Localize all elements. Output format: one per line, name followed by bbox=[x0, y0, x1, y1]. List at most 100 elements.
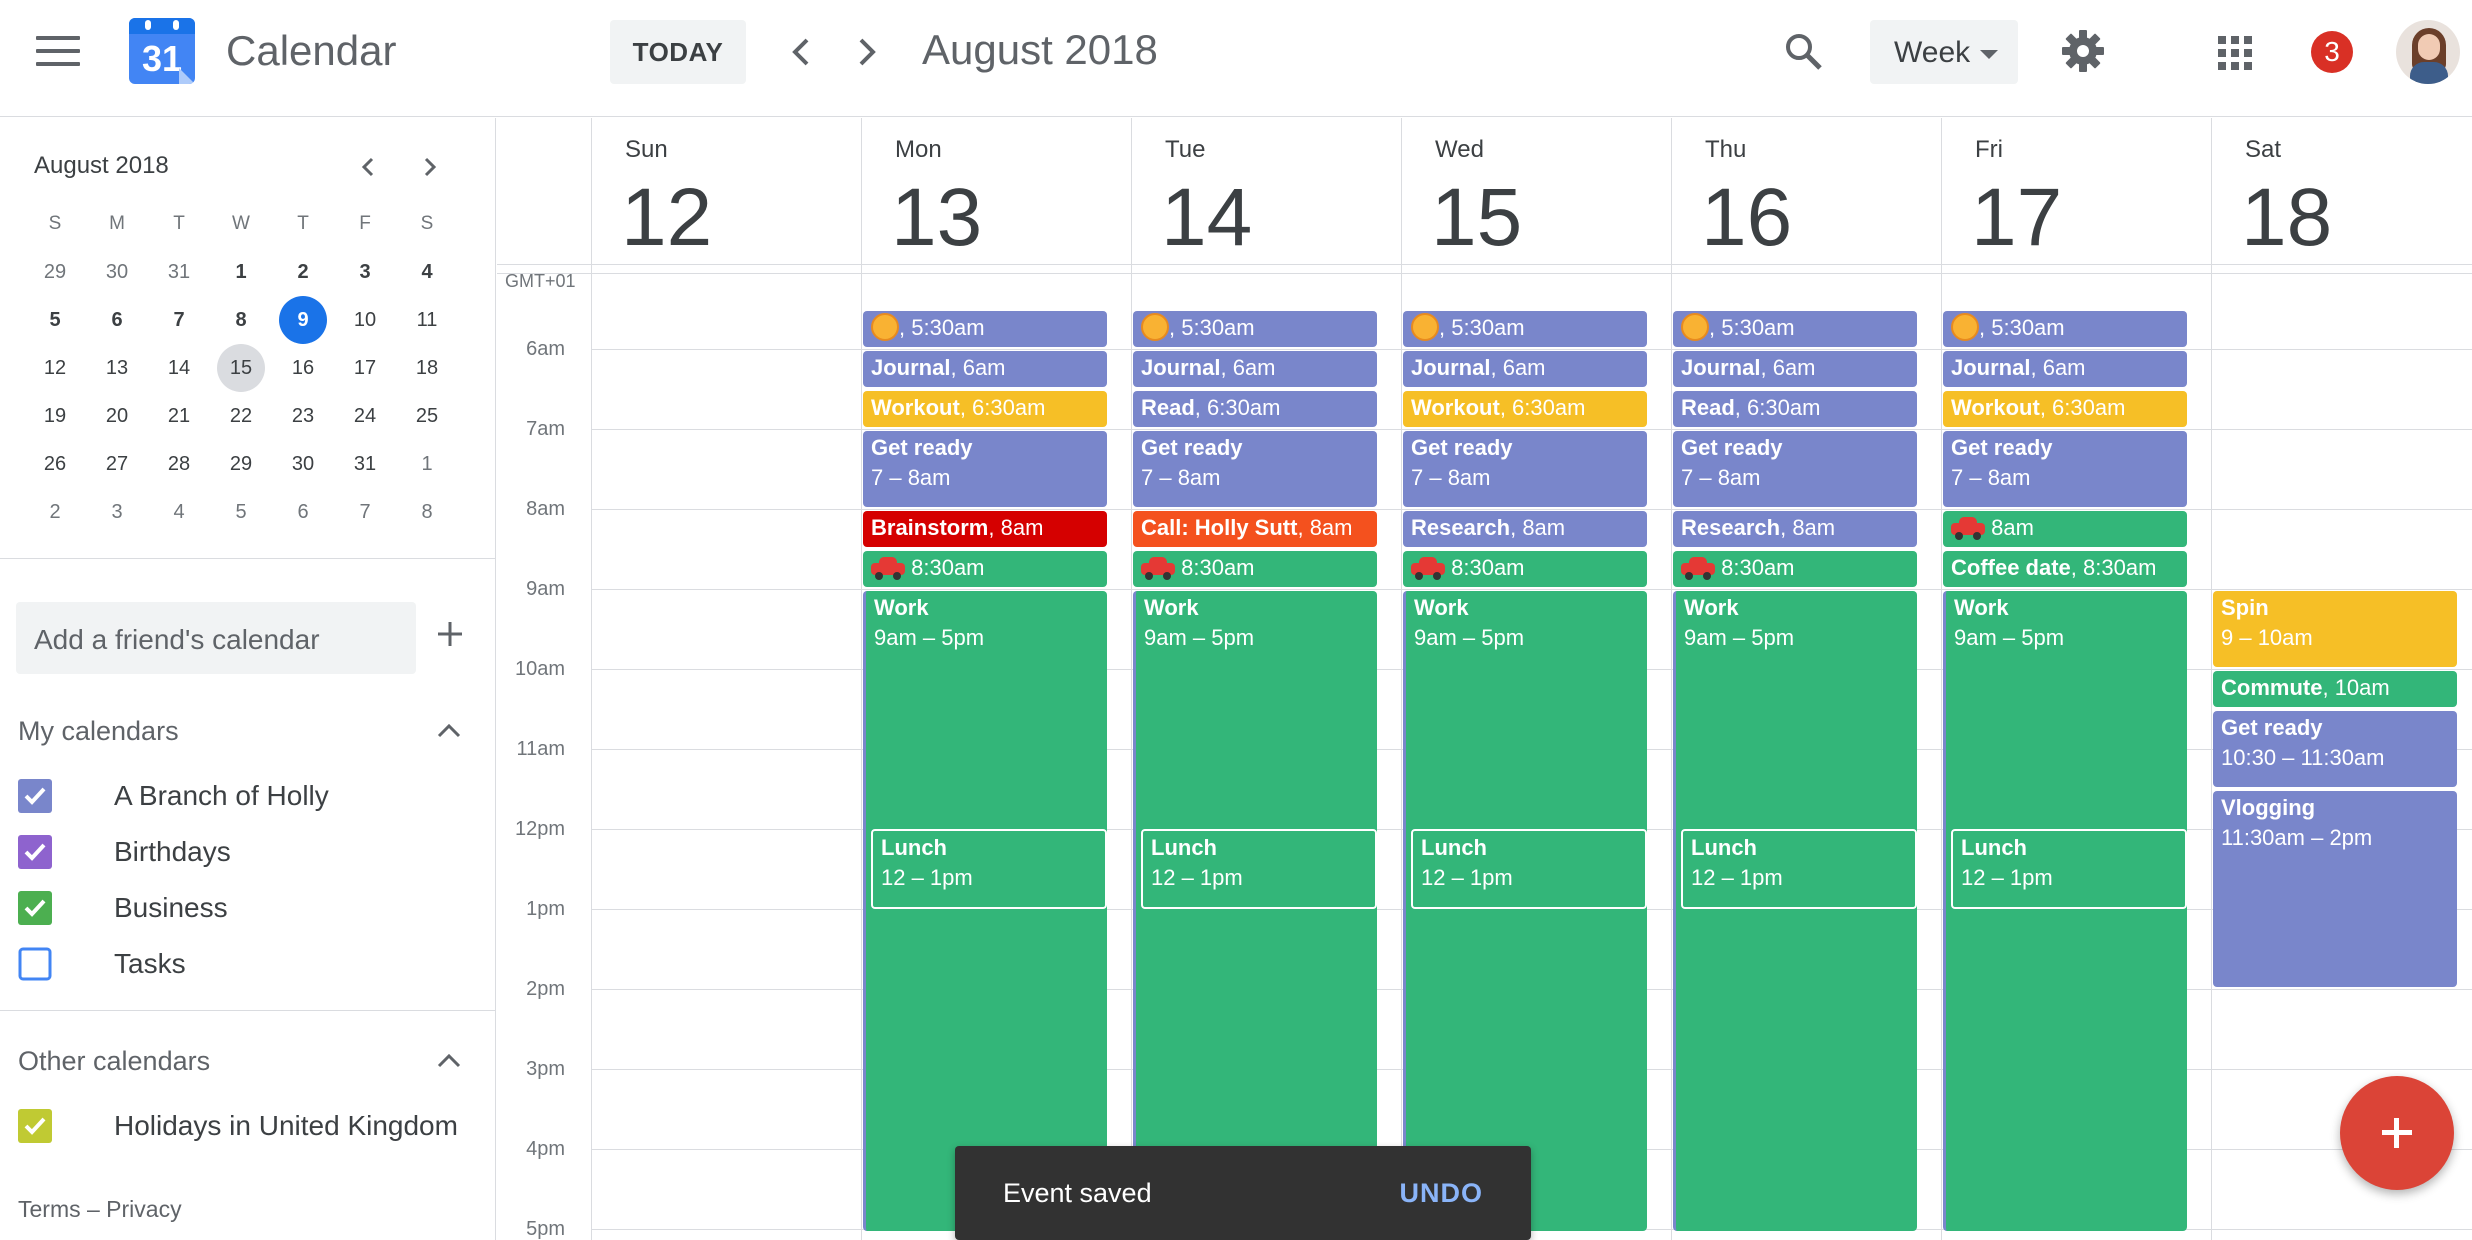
event-workout[interactable]: Workout, 6:30am bbox=[1403, 391, 1647, 427]
checkbox-checked-icon[interactable] bbox=[18, 779, 52, 813]
mini-day[interactable]: 6 bbox=[86, 296, 148, 344]
event-read[interactable]: Read, 6:30am bbox=[1673, 391, 1917, 427]
mini-day[interactable]: 11 bbox=[396, 296, 458, 344]
mini-day[interactable]: 3 bbox=[86, 488, 148, 536]
collapse-chevron-icon[interactable] bbox=[436, 722, 462, 740]
mini-day[interactable]: 8 bbox=[210, 296, 272, 344]
event-get-ready[interactable]: Get ready 7 – 8am bbox=[863, 431, 1107, 507]
event-sun-emoji[interactable]: , 5:30am bbox=[863, 311, 1107, 347]
day-header-sun[interactable]: Sun 12 bbox=[591, 118, 861, 266]
event-get-ready[interactable]: Get ready 7 – 8am bbox=[1133, 431, 1377, 507]
event-coffee-date[interactable]: Coffee date, 8:30am bbox=[1943, 551, 2187, 587]
mini-day[interactable]: 10 bbox=[334, 296, 396, 344]
my-calendars-heading[interactable]: My calendars bbox=[18, 716, 179, 747]
calendar-item-business[interactable]: Business bbox=[18, 886, 478, 930]
create-event-plus-icon[interactable] bbox=[2340, 1076, 2454, 1190]
account-avatar[interactable] bbox=[2396, 20, 2460, 84]
settings-gear-icon[interactable] bbox=[2060, 28, 2106, 74]
mini-day[interactable]: 16 bbox=[272, 344, 334, 392]
day-number[interactable]: 18 bbox=[2241, 168, 2332, 268]
mini-day[interactable]: 26 bbox=[24, 440, 86, 488]
checkbox-unchecked-icon[interactable] bbox=[18, 947, 52, 981]
mini-prev-month-icon[interactable] bbox=[352, 152, 386, 182]
mini-day[interactable]: 12 bbox=[24, 344, 86, 392]
view-selector[interactable]: Week bbox=[1870, 20, 2018, 84]
notifications-badge[interactable]: 3 bbox=[2311, 31, 2353, 73]
event-commute[interactable]: Commute, 10am bbox=[2213, 671, 2457, 707]
day-number[interactable]: 12 bbox=[621, 168, 712, 268]
event-sun-emoji[interactable]: , 5:30am bbox=[1943, 311, 2187, 347]
mini-day[interactable]: 24 bbox=[334, 392, 396, 440]
mini-day[interactable]: 2 bbox=[24, 488, 86, 536]
event-journal[interactable]: Journal, 6am bbox=[1943, 351, 2187, 387]
main-menu-icon[interactable] bbox=[36, 36, 80, 68]
mini-day[interactable]: 3 bbox=[334, 248, 396, 296]
event-commute-car[interactable]: 8:30am bbox=[863, 551, 1107, 587]
mini-day[interactable]: 4 bbox=[396, 248, 458, 296]
mini-day[interactable]: 5 bbox=[24, 296, 86, 344]
mini-day[interactable]: 18 bbox=[396, 344, 458, 392]
event-journal[interactable]: Journal, 6am bbox=[1133, 351, 1377, 387]
mini-day[interactable]: 30 bbox=[86, 248, 148, 296]
mini-day[interactable]: 20 bbox=[86, 392, 148, 440]
event-lunch[interactable]: Lunch 12 – 1pm bbox=[1681, 829, 1917, 909]
mini-day[interactable]: 1 bbox=[210, 248, 272, 296]
mini-day[interactable]: 1 bbox=[396, 440, 458, 488]
event-get-ready[interactable]: Get ready 7 – 8am bbox=[1403, 431, 1647, 507]
mini-day[interactable]: 7 bbox=[148, 296, 210, 344]
event-lunch[interactable]: Lunch 12 – 1pm bbox=[1951, 829, 2187, 909]
mini-day[interactable]: 2 bbox=[272, 248, 334, 296]
mini-day[interactable]: 31 bbox=[148, 248, 210, 296]
event-sun-emoji[interactable]: , 5:30am bbox=[1133, 311, 1377, 347]
event-workout[interactable]: Workout, 6:30am bbox=[1943, 391, 2187, 427]
event-commute-car[interactable]: 8:30am bbox=[1403, 551, 1647, 587]
mini-day[interactable]: 29 bbox=[24, 248, 86, 296]
mini-day[interactable]: 29 bbox=[210, 440, 272, 488]
event-get-ready[interactable]: Get ready 7 – 8am bbox=[1673, 431, 1917, 507]
today-button[interactable]: TODAY bbox=[610, 20, 746, 84]
mini-day[interactable]: 31 bbox=[334, 440, 396, 488]
event-journal[interactable]: Journal, 6am bbox=[1673, 351, 1917, 387]
event-lunch[interactable]: Lunch 12 – 1pm bbox=[871, 829, 1107, 909]
day-number[interactable]: 15 bbox=[1431, 168, 1522, 268]
day-header-wed[interactable]: Wed 15 bbox=[1401, 118, 1671, 266]
event-lunch[interactable]: Lunch 12 – 1pm bbox=[1141, 829, 1377, 909]
event-get-ready[interactable]: Get ready 7 – 8am bbox=[1943, 431, 2187, 507]
event-vlogging[interactable]: Vlogging 11:30am – 2pm bbox=[2213, 791, 2457, 987]
event-journal[interactable]: Journal, 6am bbox=[1403, 351, 1647, 387]
day-header-fri[interactable]: Fri 17 bbox=[1941, 118, 2211, 266]
mini-day[interactable]: 28 bbox=[148, 440, 210, 488]
event-brainstorm[interactable]: Brainstorm, 8am bbox=[863, 511, 1107, 547]
day-number[interactable]: 17 bbox=[1971, 168, 2062, 268]
event-lunch[interactable]: Lunch 12 – 1pm bbox=[1411, 829, 1647, 909]
event-commute-car[interactable]: 8:30am bbox=[1133, 551, 1377, 587]
mini-day[interactable]: 27 bbox=[86, 440, 148, 488]
day-number[interactable]: 14 bbox=[1161, 168, 1252, 268]
day-header-mon[interactable]: Mon 13 bbox=[861, 118, 1131, 266]
event-work[interactable]: Work 9am – 5pm bbox=[1133, 591, 1377, 1231]
mini-day[interactable]: 8 bbox=[396, 488, 458, 536]
checkbox-checked-icon[interactable] bbox=[18, 891, 52, 925]
event-spin[interactable]: Spin 9 – 10am bbox=[2213, 591, 2457, 667]
event-research[interactable]: Research, 8am bbox=[1673, 511, 1917, 547]
mini-day[interactable]: 21 bbox=[148, 392, 210, 440]
mini-day[interactable]: 22 bbox=[210, 392, 272, 440]
undo-button[interactable]: UNDO bbox=[1400, 1178, 1484, 1209]
collapse-chevron-icon[interactable] bbox=[436, 1052, 462, 1070]
add-friend-calendar-input[interactable]: Add a friend's calendar bbox=[16, 602, 416, 674]
mini-day[interactable]: 7 bbox=[334, 488, 396, 536]
day-header-tue[interactable]: Tue 14 bbox=[1131, 118, 1401, 266]
add-calendar-plus-icon[interactable] bbox=[432, 616, 468, 652]
checkbox-checked-icon[interactable] bbox=[18, 835, 52, 869]
search-icon[interactable] bbox=[1782, 30, 1826, 74]
mini-day[interactable]: 6 bbox=[272, 488, 334, 536]
day-header-sat[interactable]: Sat 18 bbox=[2211, 118, 2472, 266]
mini-day[interactable]: 13 bbox=[86, 344, 148, 392]
event-call-holly[interactable]: Call: Holly Sutt, 8am bbox=[1133, 511, 1377, 547]
mini-day[interactable]: 25 bbox=[396, 392, 458, 440]
previous-week-icon[interactable] bbox=[780, 28, 824, 76]
event-commute-car[interactable]: 8am bbox=[1943, 511, 2187, 547]
mini-day[interactable]: 5 bbox=[210, 488, 272, 536]
mini-day-today[interactable]: 9 bbox=[272, 296, 334, 344]
mini-next-month-icon[interactable] bbox=[412, 152, 446, 182]
